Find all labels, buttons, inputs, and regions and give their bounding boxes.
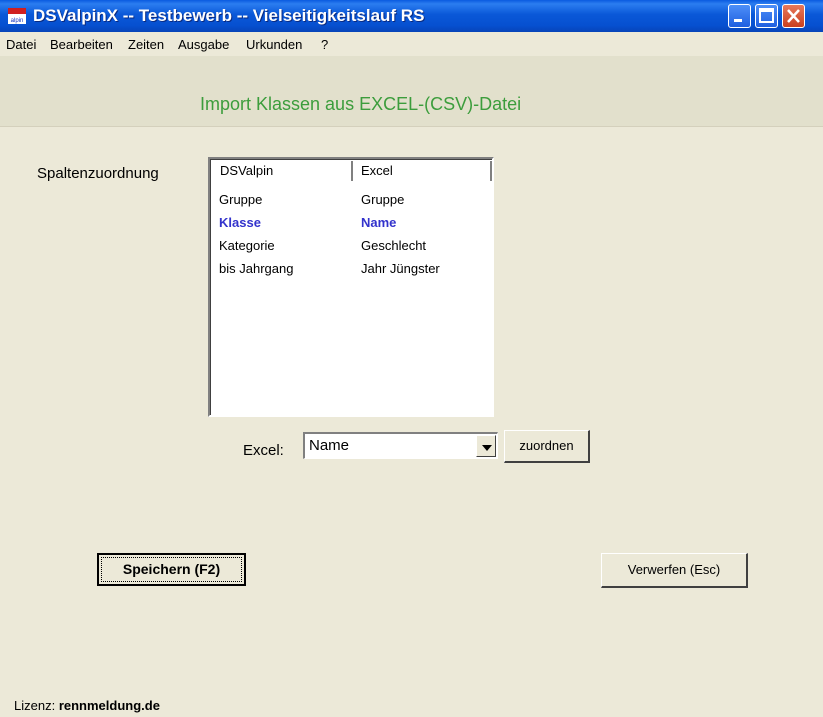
- list-row[interactable]: Gruppe Gruppe: [211, 190, 481, 210]
- save-button[interactable]: Speichern (F2): [97, 553, 246, 586]
- maximize-button[interactable]: [755, 4, 778, 28]
- dsvalpin-app-icon: alpin: [8, 8, 26, 24]
- discard-button[interactable]: Verwerfen (Esc): [601, 553, 748, 588]
- svg-text:alpin: alpin: [11, 18, 24, 24]
- save-button-label: Speichern (F2): [122, 561, 221, 577]
- maximize-icon: [759, 8, 774, 23]
- menu-bar: Datei Bearbeiten Zeiten Ausgabe Urkunden…: [0, 32, 823, 56]
- license-info: Lizenz: rennmeldung.de: [14, 698, 160, 713]
- minimize-icon: [734, 19, 742, 22]
- minimize-button[interactable]: [728, 4, 751, 28]
- title-bar[interactable]: alpin DSValpinX -- Testbewerb -- Vielsei…: [0, 0, 823, 32]
- menu-zeiten[interactable]: Zeiten: [128, 37, 164, 52]
- menu-datei[interactable]: Datei: [6, 37, 36, 52]
- window-title: DSValpinX -- Testbewerb -- Vielseitigkei…: [33, 6, 425, 25]
- row-dsvalpin-cell: Klasse: [219, 215, 261, 230]
- column-mapping-label: Spaltenzuordnung: [37, 165, 159, 182]
- row-dsvalpin-cell: Gruppe: [219, 192, 263, 207]
- row-dsvalpin-cell: bis Jahrgang: [219, 261, 294, 276]
- list-row-selected[interactable]: Klasse Name: [211, 213, 481, 233]
- list-row[interactable]: Kategorie Geschlecht: [211, 236, 481, 256]
- close-icon: [787, 9, 800, 23]
- excel-column-value: Name: [309, 437, 350, 454]
- list-frame: DSValpin Excel Gruppe Gruppe Klasse Name…: [210, 159, 492, 415]
- dialog-title: Import Klassen aus EXCEL-(CSV)-Datei: [200, 94, 522, 114]
- license-value: rennmeldung.de: [58, 698, 160, 713]
- list-row[interactable]: bis Jahrgang Jahr Jüngster: [211, 259, 481, 279]
- row-excel-cell: Jahr Jüngster: [361, 261, 440, 276]
- excel-label: Excel:: [243, 442, 284, 459]
- dialog-header: [0, 56, 823, 127]
- column-header-excel[interactable]: Excel: [353, 161, 492, 181]
- dropdown-button[interactable]: [476, 435, 496, 457]
- license-label: Lizenz:: [14, 698, 56, 713]
- row-excel-cell: Geschlecht: [361, 238, 427, 253]
- menu-bearbeiten[interactable]: Bearbeiten: [50, 37, 113, 52]
- column-header-dsvalpin[interactable]: DSValpin: [212, 161, 353, 181]
- excel-column-select[interactable]: Name: [303, 432, 498, 459]
- column-mapping-list[interactable]: DSValpin Excel Gruppe Gruppe Klasse Name…: [208, 157, 494, 417]
- close-button[interactable]: [782, 4, 805, 28]
- menu-ausgabe[interactable]: Ausgabe: [178, 37, 229, 52]
- row-excel-cell: Name: [361, 215, 397, 230]
- assign-button[interactable]: zuordnen: [504, 430, 590, 463]
- chevron-down-icon: [482, 445, 492, 451]
- row-excel-cell: Gruppe: [361, 192, 405, 207]
- menu-help[interactable]: ?: [321, 37, 328, 52]
- menu-urkunden[interactable]: Urkunden: [246, 37, 302, 52]
- row-dsvalpin-cell: Kategorie: [219, 238, 275, 253]
